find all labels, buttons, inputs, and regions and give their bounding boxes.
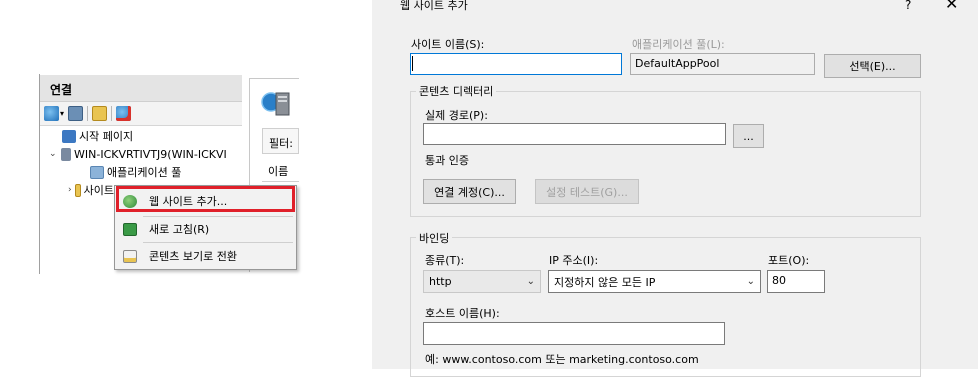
physical-path-label: 실제 경로(P): xyxy=(425,109,488,122)
start-page-icon xyxy=(62,129,76,143)
text-cursor xyxy=(412,56,413,71)
host-example-text: 예: www.contoso.com 또는 marketing.contoso.… xyxy=(425,353,699,366)
type-label: 종류(T): xyxy=(425,254,465,267)
close-button[interactable]: ✕ xyxy=(945,0,958,13)
filter-label: 필터: xyxy=(262,128,299,154)
type-select[interactable]: http ⌄ xyxy=(423,270,541,293)
type-select-value: http xyxy=(429,275,452,288)
server-large-icon xyxy=(260,88,292,118)
tree-item-sites[interactable]: › 사이트 xyxy=(68,182,114,198)
connect-globe-icon[interactable] xyxy=(44,106,59,121)
connections-toolbar: ▾ xyxy=(40,102,242,126)
content-view-icon xyxy=(123,249,137,263)
site-name-label: 사이트 이름(S): xyxy=(411,38,485,51)
dropdown-arrow-icon[interactable]: ▾ xyxy=(60,109,64,118)
connect-as-button[interactable]: 연결 계정(C)... xyxy=(423,179,516,204)
connections-title: 연결 xyxy=(40,75,242,102)
highlight-box xyxy=(116,186,295,212)
refresh-icon xyxy=(123,222,137,236)
site-name-input[interactable] xyxy=(410,53,622,75)
tree-item-server[interactable]: ⌄ WIN-ICKVRTIVTJ9(WIN-ICKVI xyxy=(49,146,227,162)
sites-folder-icon xyxy=(74,183,81,197)
pass-through-label: 통과 인증 xyxy=(425,154,469,167)
dialog-title: 웹 사이트 추가 xyxy=(400,0,468,12)
tree-item-app-pools[interactable]: 애플리케이션 풀 xyxy=(90,164,181,180)
app-pool-label: 애플리케이션 풀(L): xyxy=(632,38,725,51)
disconnect-icon[interactable] xyxy=(116,106,132,121)
select-app-pool-button[interactable]: 선택(E)... xyxy=(824,54,921,78)
browse-button[interactable]: ... xyxy=(733,124,764,148)
tree-item-label: 사이트 xyxy=(83,184,114,197)
help-button[interactable]: ? xyxy=(905,0,911,12)
test-settings-button[interactable]: 설정 테스트(G)... xyxy=(535,179,639,204)
ip-address-select[interactable]: 지정하지 않은 모든 IP ⌄ xyxy=(548,270,761,293)
ip-address-label: IP 주소(I): xyxy=(549,254,599,267)
tree-item-label: 애플리케이션 풀 xyxy=(107,166,182,179)
menu-item-switch-content-view[interactable]: 콘텐츠 보기로 전환 xyxy=(115,243,296,269)
tree-item-start-page[interactable]: 시작 페이지 xyxy=(62,128,133,144)
chevron-down-icon[interactable]: ⌄ xyxy=(49,149,58,159)
toolbar-separator xyxy=(87,106,89,121)
host-name-label: 호스트 이름(H): xyxy=(425,307,500,320)
save-icon[interactable] xyxy=(68,106,84,121)
binding-title: 바인딩 xyxy=(416,230,453,246)
app-pool-icon xyxy=(90,165,104,179)
ip-address-value: 지정하지 않은 모든 IP xyxy=(554,275,656,289)
port-input[interactable]: 80 xyxy=(767,270,825,293)
host-name-input[interactable] xyxy=(423,322,725,345)
content-directory-title: 콘텐츠 디렉터리 xyxy=(416,83,497,99)
menu-item-refresh[interactable]: 새로 고침(R) xyxy=(115,216,296,242)
up-folder-icon[interactable] xyxy=(92,106,108,121)
chevron-down-icon: ⌄ xyxy=(746,276,755,287)
physical-path-input[interactable] xyxy=(423,123,726,145)
app-pool-field: DefaultAppPool xyxy=(630,53,815,75)
server-icon xyxy=(61,147,71,161)
chevron-down-icon: ⌄ xyxy=(526,276,535,287)
name-column-header[interactable]: 이름 xyxy=(262,160,299,182)
menu-item-label: 새로 고침(R) xyxy=(149,223,210,236)
chevron-right-icon[interactable]: › xyxy=(68,185,72,195)
toolbar-separator xyxy=(111,106,113,121)
menu-item-label: 콘텐츠 보기로 전환 xyxy=(149,250,237,263)
port-label: 포트(O): xyxy=(768,254,810,267)
tree-item-label: 시작 페이지 xyxy=(79,130,134,143)
tree-item-label: WIN-ICKVRTIVTJ9(WIN-ICKVI xyxy=(74,147,227,161)
